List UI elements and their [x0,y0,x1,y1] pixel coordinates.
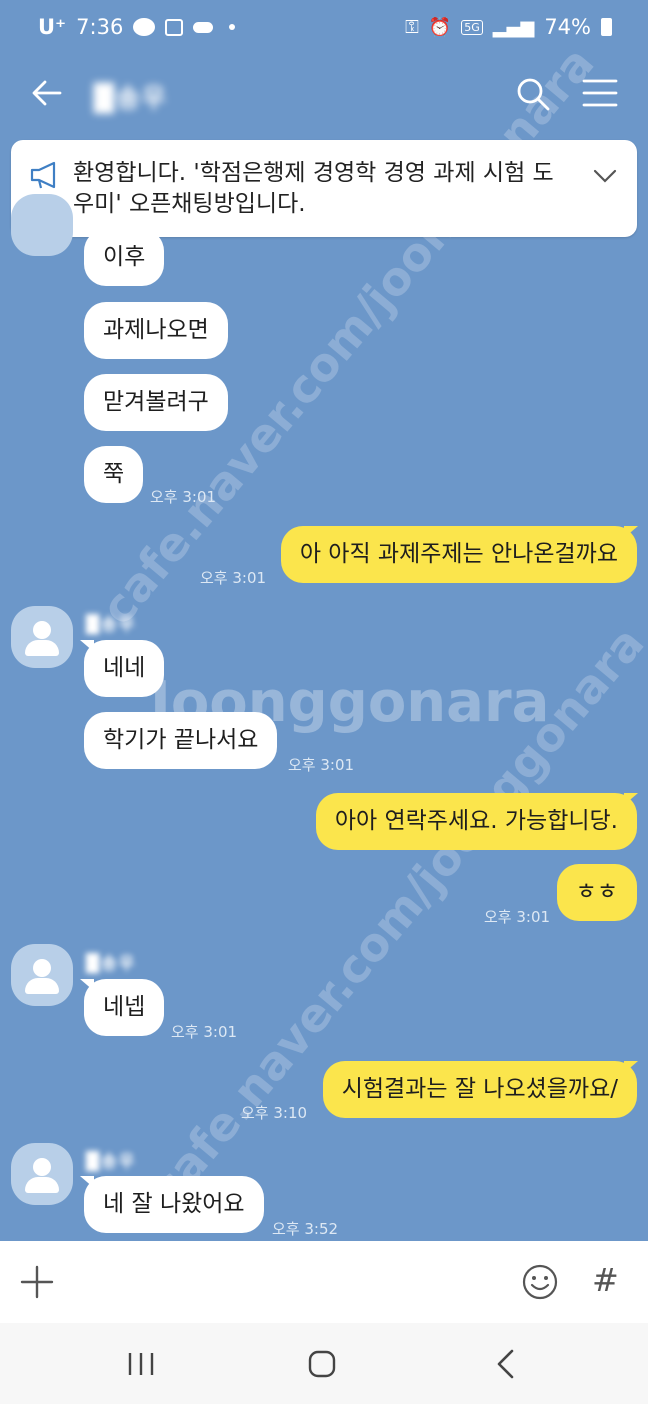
sender-name: █송우 [86,954,137,974]
notice-banner[interactable]: 환영합니다. '학점은행제 경영학 경영 과제 시험 도우미' 오픈채팅방입니다… [11,140,637,237]
message-bubble[interactable]: 이후 [84,229,165,286]
message-bubble[interactable]: 아 아직 과제주제는 안나온걸까요 [280,526,637,583]
recent-apps-icon[interactable] [126,1351,156,1377]
message-input-bar[interactable]: # [0,1241,648,1323]
notice-text: 환영합니다. '학점은행제 경영학 경영 과제 시험 도우미' 오픈채팅방입니다… [73,160,554,217]
message-bubble[interactable]: 시험결과는 잘 나오셨을까요/ [322,1061,637,1118]
bubble-tail [624,526,638,538]
avatar[interactable] [11,606,73,668]
avatar[interactable] [11,194,73,256]
chat-title: █송우 [94,84,168,114]
message-bubble[interactable]: 쭉 [84,446,144,503]
battery-label: 74% [544,15,591,39]
cloud-notification-icon [193,21,214,33]
gallery-notification-icon [165,18,184,36]
avatar[interactable] [11,944,73,1006]
alarm-icon: ⏰ [428,16,452,38]
dot-icon [229,24,236,30]
home-icon[interactable] [308,1350,336,1378]
key-icon: ⚿ [405,16,419,38]
system-nav-bar [0,1323,648,1404]
bubble-tail [624,793,638,805]
bubble-tail [624,1061,638,1073]
avatar[interactable] [11,1143,73,1205]
message-bubble[interactable]: 네네 [84,640,165,697]
sender-name: █송우 [86,615,137,635]
message-bubble[interactable]: 과제나오면 [84,302,228,359]
message-time: 오후 3:01 [171,1023,238,1041]
signal-icon: ▂▄▆ [492,16,535,38]
message-bubble[interactable]: 학기가 끝나서요 [84,712,278,769]
message-time: 오후 3:01 [288,756,355,774]
carrier-label: U⁺ [38,15,67,39]
back-arrow-icon[interactable] [30,76,64,110]
talk-notification-icon [133,18,156,36]
clock: 7:36 [76,15,124,39]
chevron-down-icon[interactable] [593,168,617,184]
message-bubble[interactable]: 네 잘 나왔어요 [84,1176,264,1233]
plus-icon[interactable] [20,1265,54,1299]
emoji-icon[interactable] [521,1263,559,1301]
message-bubble[interactable]: 아아 연락주세요. 가능합니당. [315,793,637,850]
message-time: 오후 3:10 [241,1104,308,1122]
message-bubble[interactable]: 맏겨볼려구 [84,374,228,431]
battery-icon [601,18,612,36]
message-bubble[interactable]: ㅎㅎ [556,864,637,921]
network-label: 5G [461,19,483,35]
message-time: 오후 3:52 [272,1220,339,1238]
message-bubble[interactable]: 네넵 [84,979,165,1036]
message-time: 오후 3:01 [150,488,217,506]
megaphone-icon [30,161,56,189]
sender-name: █송우 [86,1152,137,1172]
hashtag-button[interactable]: # [592,1261,619,1299]
back-icon[interactable] [494,1349,516,1379]
message-time: 오후 3:01 [200,569,267,587]
message-time: 오후 3:01 [484,908,551,926]
